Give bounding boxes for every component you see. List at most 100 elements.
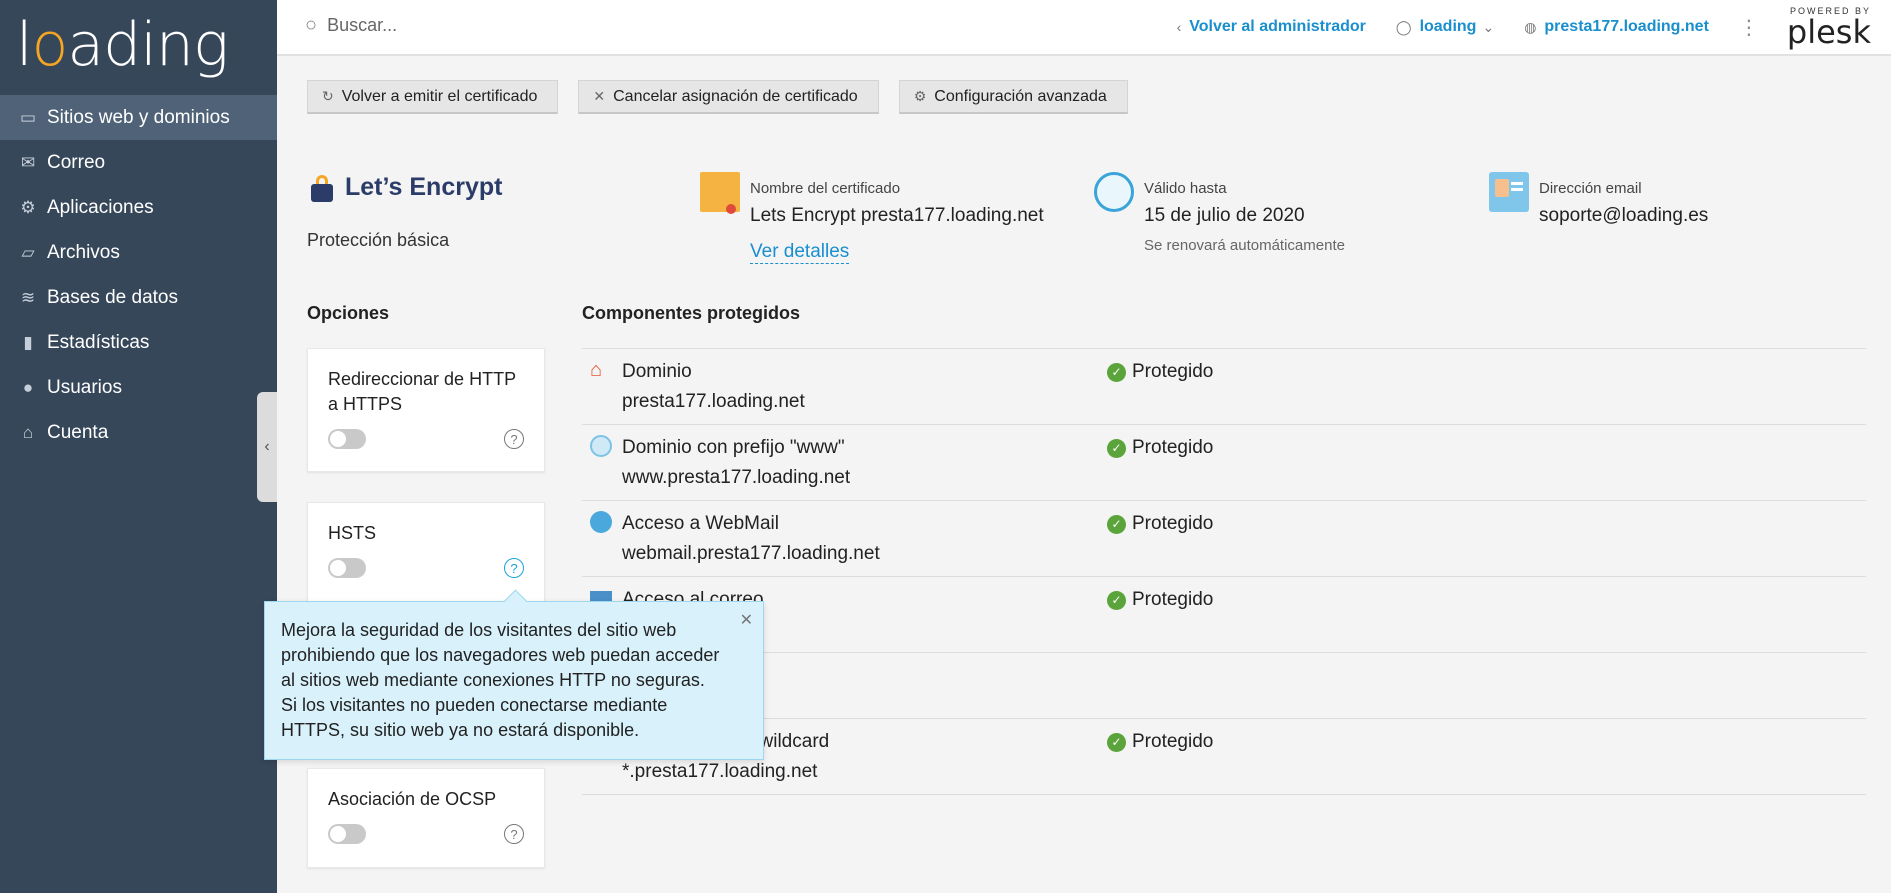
view-details-link[interactable]: Ver detalles bbox=[750, 241, 850, 264]
option-https-redirect: Redireccionar de HTTP a HTTPS ? bbox=[307, 348, 545, 472]
help-icon[interactable]: ? bbox=[504, 824, 524, 844]
sidebar-item-label: Bases de datos bbox=[47, 286, 178, 308]
status-text: Protegido bbox=[1132, 437, 1214, 458]
tooltip-text: Mejora la seguridad de los visitantes de… bbox=[281, 620, 720, 740]
more-options-icon[interactable]: ⋮ bbox=[1739, 15, 1759, 40]
option-title: Redireccionar de HTTP a HTTPS bbox=[328, 369, 516, 414]
option-title: HSTS bbox=[328, 523, 377, 543]
table-row: Dominio con prefijo "www" www.presta177.… bbox=[582, 425, 1866, 501]
email-label: Dirección email bbox=[1539, 180, 1642, 197]
table-row: Acceso a WebMail webmail.presta177.loadi… bbox=[582, 501, 1866, 577]
status-text: Protegido bbox=[1132, 361, 1214, 382]
advanced-label: Configuración avanzada bbox=[934, 87, 1107, 105]
component-status: ✓ Protegido bbox=[1107, 513, 1213, 535]
plesk-logo: POWERED BY plesk bbox=[1786, 6, 1871, 51]
options-heading: Opciones bbox=[307, 303, 390, 323]
table-row: ⌂ Dominio presta177.loading.net ✓ Protegi… bbox=[582, 349, 1866, 425]
sidebar-item-websites[interactable]: ▭ Sitios web y dominios bbox=[0, 95, 277, 140]
check-icon: ✓ bbox=[1107, 438, 1126, 458]
id-card-icon bbox=[1489, 172, 1529, 212]
component-status: ✓ Protegido bbox=[1107, 437, 1213, 459]
option-ocsp-stapling: Asociación de OCSP ? bbox=[307, 768, 545, 868]
section-gap bbox=[582, 653, 1866, 719]
status-text: Protegido bbox=[1132, 513, 1214, 534]
protection-level: Protección básica bbox=[307, 230, 450, 250]
mail-icon: ✉ bbox=[20, 152, 36, 172]
component-domain: www.presta177.loading.net bbox=[622, 467, 851, 488]
advanced-settings-button[interactable]: ⚙ Configuración avanzada bbox=[898, 80, 1128, 114]
renew-note: Se renovará automáticamente bbox=[1144, 237, 1345, 254]
check-icon: ✓ bbox=[1107, 514, 1126, 534]
component-domain: *.presta177.loading.net bbox=[622, 761, 818, 782]
ocsp-toggle[interactable] bbox=[328, 824, 366, 844]
topbar: ○ ‹ Volver al administrador ◯ loading ⌄ … bbox=[277, 0, 1891, 56]
close-icon[interactable]: ✕ bbox=[740, 608, 753, 633]
refresh-icon: ↻ bbox=[322, 88, 334, 104]
lock-icon bbox=[307, 172, 337, 202]
sidebar-item-databases[interactable]: ≋ Bases de datos bbox=[0, 275, 277, 320]
component-name: Dominio bbox=[622, 361, 692, 382]
certificate-name-label: Nombre del certificado bbox=[750, 180, 901, 197]
option-title: Asociación de OCSP bbox=[328, 789, 497, 809]
brand-logo[interactable]: loading bbox=[16, 10, 229, 80]
email-block: Dirección email soporte@loading.es bbox=[1489, 172, 1708, 227]
table-row: Acceso al correo ✓ Protegido bbox=[582, 577, 1866, 653]
help-icon[interactable]: ? bbox=[504, 558, 524, 578]
certificate-name-block: Nombre del certificado Lets Encrypt pres… bbox=[700, 172, 1044, 264]
www-icon bbox=[590, 435, 612, 457]
component-domain: webmail.presta177.loading.net bbox=[622, 543, 880, 564]
user-icon: ● bbox=[22, 377, 34, 397]
user-menu[interactable]: ◯ loading ⌄ bbox=[1396, 18, 1494, 36]
email-value: soporte@loading.es bbox=[1539, 205, 1709, 226]
certificate-icon bbox=[700, 172, 740, 214]
chevron-left-icon: ‹ bbox=[1176, 19, 1182, 35]
reissue-label: Volver a emitir el certificado bbox=[341, 87, 538, 105]
component-name: Dominio con prefijo "www" bbox=[622, 437, 845, 458]
domain-name: presta177.loading.net bbox=[1544, 18, 1709, 35]
check-icon: ✓ bbox=[1107, 362, 1126, 382]
help-icon[interactable]: ? bbox=[504, 429, 524, 449]
chevron-down-icon: ⌄ bbox=[1482, 18, 1495, 35]
domain-link[interactable]: ◍ presta177.loading.net bbox=[1524, 18, 1709, 36]
back-to-admin-link[interactable]: ‹ Volver al administrador bbox=[1177, 18, 1366, 36]
back-to-admin-label: Volver al administrador bbox=[1189, 18, 1366, 35]
sidebar-item-statistics[interactable]: ▮ Estadísticas bbox=[0, 320, 277, 365]
search-icon: ○ bbox=[305, 14, 318, 36]
hsts-toggle[interactable] bbox=[328, 558, 366, 578]
topbar-actions: ‹ Volver al administrador ◯ loading ⌄ ◍ … bbox=[1147, 0, 1871, 54]
check-icon: ✓ bbox=[1107, 732, 1126, 752]
folder-icon: ▱ bbox=[21, 242, 35, 262]
component-status: ✓ Protegido bbox=[1107, 731, 1213, 753]
reissue-certificate-button[interactable]: ↻ Volver a emitir el certificado bbox=[307, 80, 559, 114]
sidebar-item-label: Correo bbox=[47, 151, 106, 173]
search-input[interactable] bbox=[327, 15, 728, 36]
option-hsts: HSTS ? bbox=[307, 502, 545, 602]
component-status: ✓ Protegido bbox=[1107, 589, 1213, 611]
provider-name: Let’s Encrypt bbox=[345, 172, 503, 201]
certificate-toolbar: ↻ Volver a emitir el certificado ✕ Cance… bbox=[307, 80, 1148, 114]
sidebar-item-label: Archivos bbox=[47, 241, 120, 263]
cancel-certificate-button[interactable]: ✕ Cancelar asignación de certificado bbox=[578, 80, 879, 114]
lets-encrypt-logo: Let’s Encrypt bbox=[307, 172, 502, 202]
sidebar-item-users[interactable]: ● Usuarios bbox=[0, 365, 277, 410]
cancel-label: Cancelar asignación de certificado bbox=[613, 87, 858, 105]
sidebar-item-label: Aplicaciones bbox=[47, 196, 154, 218]
sidebar-item-mail[interactable]: ✉ Correo bbox=[0, 140, 277, 185]
sidebar-item-account[interactable]: ⌂ Cuenta bbox=[0, 410, 277, 455]
user-name: loading bbox=[1419, 18, 1477, 35]
user-icon: ◯ bbox=[1395, 18, 1412, 35]
status-text: Protegido bbox=[1132, 589, 1214, 610]
valid-until-block: Válido hasta 15 de julio de 2020 Se reno… bbox=[1094, 172, 1345, 254]
https-redirect-toggle[interactable] bbox=[328, 429, 366, 449]
plesk-brand-text: plesk bbox=[1786, 12, 1871, 51]
sidebar-item-apps[interactable]: ⚙ Aplicaciones bbox=[0, 185, 277, 230]
component-name: Acceso a WebMail bbox=[622, 513, 779, 534]
components-table: ⌂ Dominio presta177.loading.net ✓ Protegi… bbox=[582, 348, 1866, 795]
sidebar-nav: ▭ Sitios web y dominios ✉ Correo ⚙ Aplic… bbox=[0, 95, 277, 455]
sidebar-item-label: Estadísticas bbox=[47, 331, 150, 353]
valid-until-label: Válido hasta bbox=[1144, 180, 1227, 197]
sidebar-item-label: Usuarios bbox=[47, 376, 122, 398]
sidebar-item-label: Cuenta bbox=[47, 421, 109, 443]
sidebar-collapse-handle[interactable]: ‹ bbox=[257, 392, 277, 502]
sidebar-item-files[interactable]: ▱ Archivos bbox=[0, 230, 277, 275]
